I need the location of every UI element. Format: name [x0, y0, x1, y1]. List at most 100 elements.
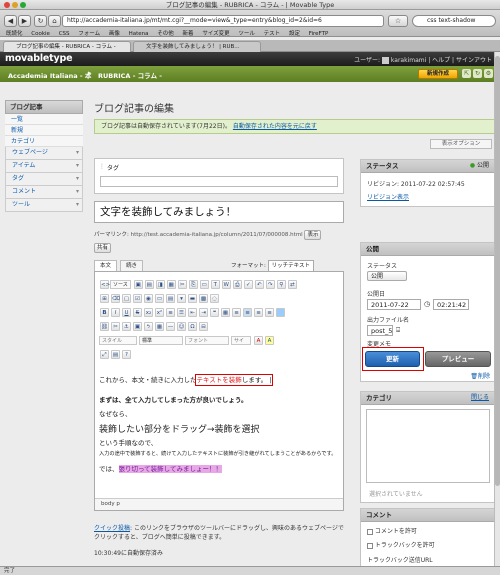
heading-select[interactable]: 標準	[139, 336, 183, 345]
url-bar[interactable]: http://accademia-italiana.jp/mt/mt.cgi?_…	[62, 15, 384, 27]
replace-icon[interactable]: ⇄	[287, 280, 297, 289]
sidebar-menu-tools[interactable]: ツール ▾	[5, 199, 83, 212]
page-break-icon[interactable]: ⊟	[199, 322, 208, 331]
sidebar-menu-assets[interactable]: アイテム ▾	[5, 160, 83, 173]
content-line[interactable]: では、張り切って装飾してみましょー！！	[99, 463, 339, 473]
publish-date-input[interactable]: 2011-07-22	[367, 299, 421, 310]
bookmark-item[interactable]: 既読化	[6, 31, 23, 37]
text-direction-icon[interactable]	[276, 308, 285, 317]
style-select[interactable]: スタイル	[99, 336, 137, 345]
new-document-icon[interactable]: ▤	[144, 280, 154, 289]
drag-handle-icon[interactable]: ⋮	[99, 163, 105, 170]
minimize-window-icon[interactable]	[12, 2, 18, 8]
align-right-icon[interactable]: ≡	[254, 308, 263, 317]
image-button-icon[interactable]: ▩	[199, 294, 208, 303]
bookmark-item[interactable]: テスト	[264, 31, 281, 37]
tab-body[interactable]: 本文	[94, 260, 118, 271]
copy-icon[interactable]: ⎘	[188, 280, 198, 289]
paste-icon[interactable]: ▭	[199, 280, 209, 289]
help-link[interactable]: ヘルプ	[432, 57, 450, 64]
rebuild-icon[interactable]: ↻	[473, 69, 482, 78]
image-icon[interactable]: ▣	[133, 322, 142, 331]
anchor-icon[interactable]: ⚓	[122, 322, 131, 331]
blockquote-icon[interactable]: ❝	[210, 308, 219, 317]
content-line[interactable]: まずは、全て入力してしまった方が良いでしょう。	[99, 394, 339, 404]
bookmark-item[interactable]: CSS	[59, 31, 70, 37]
bookmark-item[interactable]: 設定	[289, 31, 300, 37]
preview-icon[interactable]: ◨	[155, 280, 165, 289]
horizontal-rule-icon[interactable]: —	[166, 322, 175, 331]
flash-icon[interactable]: ϟ	[144, 322, 153, 331]
display-options-button[interactable]: 表示オプション	[430, 139, 492, 149]
status-select[interactable]: 公開	[367, 271, 407, 281]
scrollbar-thumb[interactable]	[495, 56, 500, 486]
smiley-icon[interactable]: ☺	[177, 322, 186, 331]
category-list[interactable]	[366, 409, 490, 483]
filename-input[interactable]: post_5	[367, 325, 393, 336]
forward-icon[interactable]: ▶	[18, 15, 31, 27]
allow-comments-option[interactable]: コメントを許可	[367, 526, 417, 535]
revision-history-link[interactable]: リビジョン表示	[367, 192, 409, 201]
bookmark-item[interactable]: FireFTP	[309, 31, 329, 37]
zoom-window-icon[interactable]	[20, 2, 26, 8]
text-color-icon[interactable]: A	[254, 336, 263, 345]
paste-word-icon[interactable]: W	[221, 280, 231, 289]
subscript-icon[interactable]: x₂	[144, 308, 153, 317]
lock-icon[interactable]: ⌹	[396, 326, 400, 335]
bookmark-item[interactable]: Cookie	[31, 31, 50, 37]
superscript-icon[interactable]: x²	[155, 308, 164, 317]
background-color-icon[interactable]: A	[265, 336, 274, 345]
bookmark-item[interactable]: 新着	[183, 31, 194, 37]
sidebar-menu-comments[interactable]: コメント ▾	[5, 186, 83, 199]
bookmark-item[interactable]: Hatena	[129, 31, 149, 37]
allow-trackbacks-checkbox[interactable]	[367, 542, 373, 549]
close-window-icon[interactable]	[4, 2, 10, 8]
textfield-icon[interactable]: ▭	[155, 294, 164, 303]
unlink-icon[interactable]: ✂	[111, 322, 120, 331]
home-icon[interactable]: ⌂	[48, 15, 61, 27]
search-input[interactable]: css text-shadow	[412, 15, 496, 27]
sidebar-item-category[interactable]: カテゴリ	[5, 136, 83, 147]
entry-title-input[interactable]: 文字を装飾してみましょう！	[94, 201, 344, 223]
remove-format-icon[interactable]: ⌫	[111, 294, 120, 303]
site-name-link[interactable]: RUBRICA - コラム -	[98, 70, 162, 80]
paste-text-icon[interactable]: T	[210, 280, 220, 289]
view-permalink-button[interactable]: 表示	[304, 230, 322, 240]
content-line[interactable]: なぜなら、	[99, 408, 339, 418]
browser-tab-active[interactable]: ブログ記事の編集 - RUBRICA - コラム -	[3, 41, 131, 52]
update-button[interactable]: 更新	[365, 351, 420, 367]
bookmark-item[interactable]: ツール	[238, 31, 255, 37]
sidebar-item-list[interactable]: 一覧	[5, 114, 83, 125]
back-icon[interactable]: ◀	[4, 15, 17, 27]
allow-trackbacks-option[interactable]: トラックバックを許可	[367, 540, 435, 549]
movabletype-logo[interactable]: movabletype	[5, 53, 73, 64]
font-select[interactable]: フォント	[185, 336, 229, 345]
blog-name-link[interactable]: Accademia Italiana - 本	[8, 70, 91, 80]
username-link[interactable]: karakimami	[391, 57, 426, 64]
sidebar-menu-webpages[interactable]: ウェブページ ▾	[5, 147, 83, 160]
align-left-icon[interactable]: ≡	[232, 308, 241, 317]
undo-icon[interactable]: ↶	[254, 280, 264, 289]
about-icon[interactable]: ?	[122, 350, 131, 359]
template-icon[interactable]: ▦	[166, 280, 176, 289]
special-char-icon[interactable]: Ω	[188, 322, 197, 331]
button-field-icon[interactable]: ▬	[188, 294, 197, 303]
content-heading[interactable]: 装飾したい部分をドラッグ→装飾を選択	[99, 422, 339, 435]
div-icon[interactable]: ▦	[221, 308, 230, 317]
textarea-icon[interactable]: ▤	[166, 294, 175, 303]
bookmark-item[interactable]: フォーム	[78, 31, 100, 37]
content-line[interactable]: という手順なので、	[99, 437, 339, 447]
browser-tab[interactable]: 文字を装飾してみましょう！ | RUB...	[133, 41, 261, 52]
view-site-icon[interactable]: ⇱	[462, 69, 471, 78]
size-select[interactable]: サイ	[231, 336, 251, 345]
share-button[interactable]: 共有	[94, 243, 112, 253]
new-entry-button[interactable]: 新規作成	[418, 69, 458, 79]
delete-link[interactable]: 🗑削除	[470, 371, 490, 380]
html-icon[interactable]: <>	[100, 280, 110, 289]
find-icon[interactable]: ⚲	[276, 280, 286, 289]
bookmark-item[interactable]: 画像	[109, 31, 120, 37]
indent-icon[interactable]: ⇥	[199, 308, 208, 317]
content-line[interactable]: これから、本文・続きに入力したテキストを装飾します。 |	[99, 374, 339, 386]
strikethrough-icon[interactable]: S	[133, 308, 142, 317]
allow-comments-checkbox[interactable]	[367, 528, 373, 535]
